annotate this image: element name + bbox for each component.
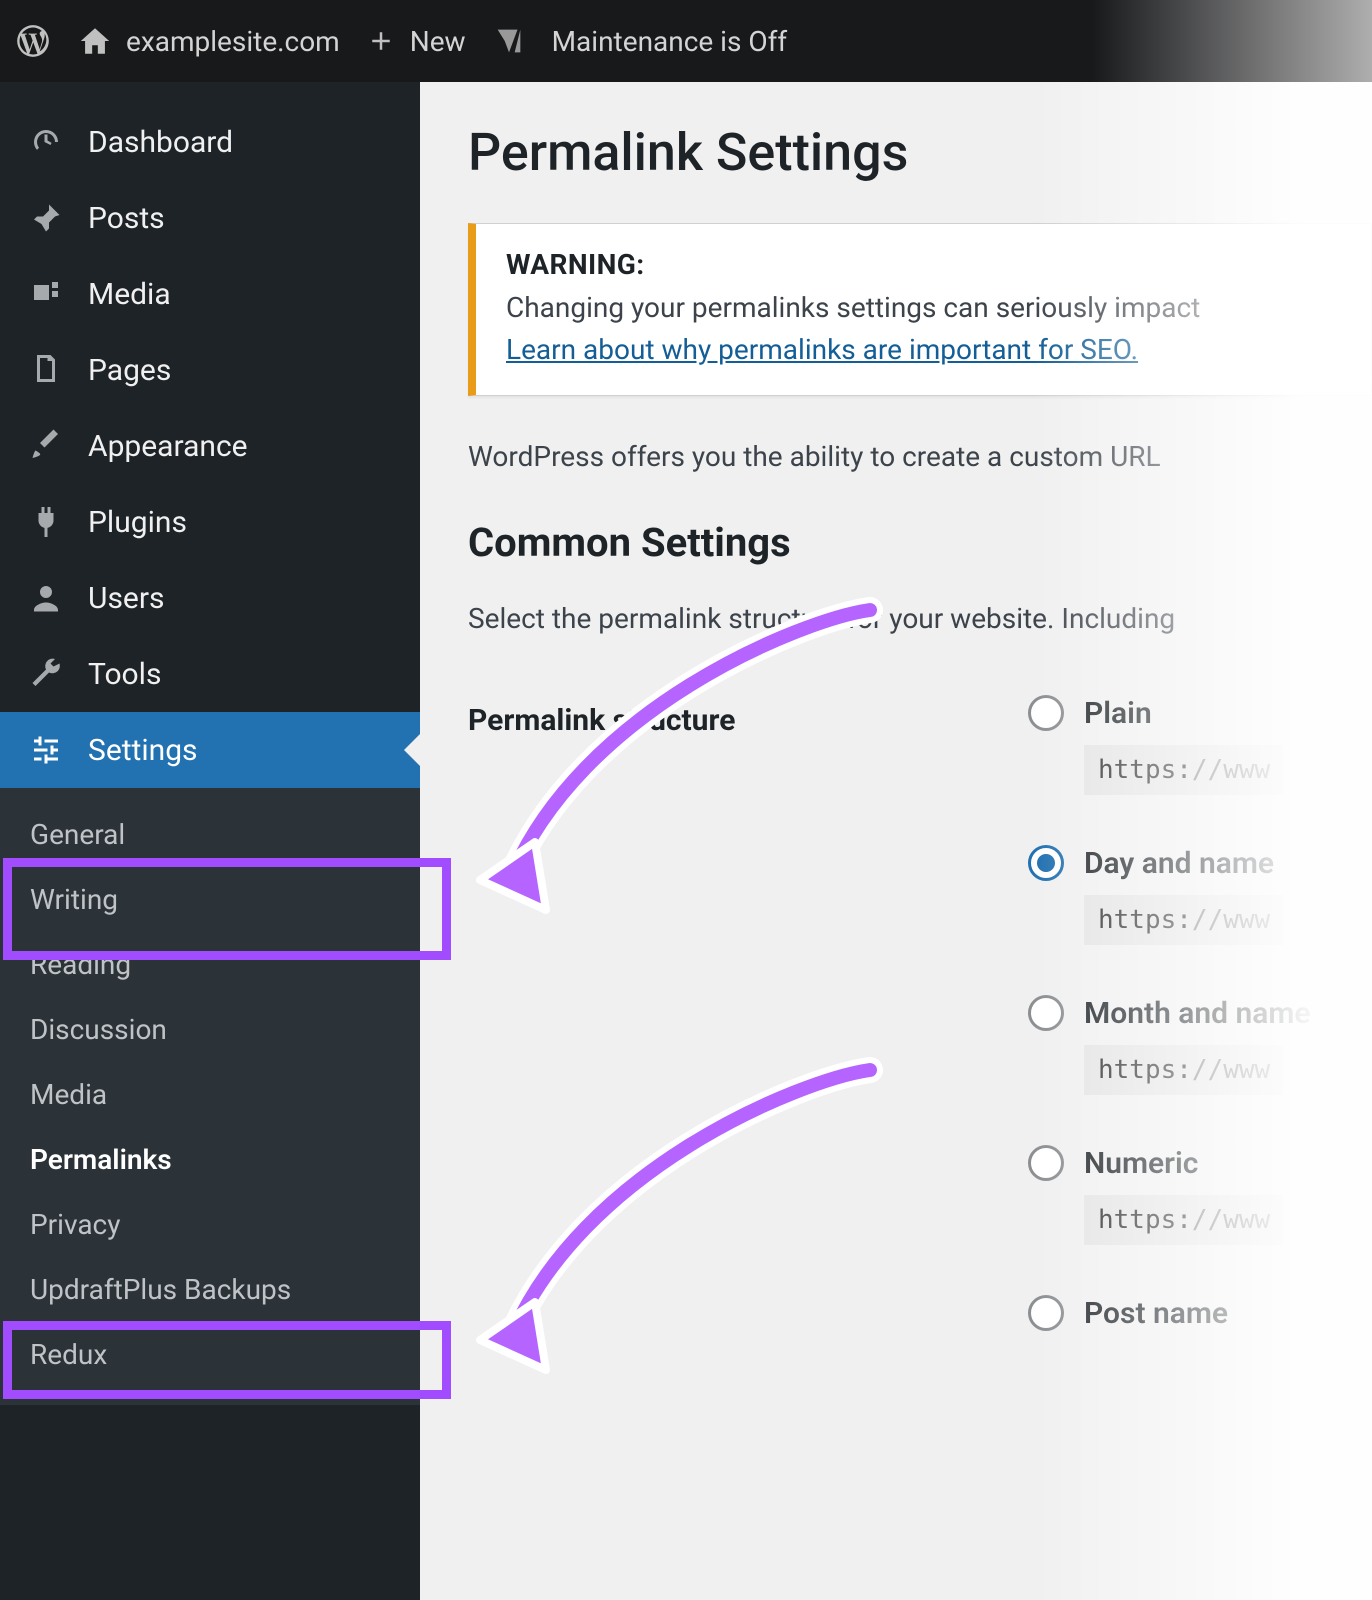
new-label: New (410, 25, 466, 58)
sidebar-item-label: Tools (88, 657, 161, 692)
brush-icon (26, 428, 66, 464)
radio-numeric[interactable] (1028, 1145, 1064, 1181)
pages-icon (26, 352, 66, 388)
section-heading: Common Settings (468, 519, 1372, 566)
option-label: Post name (1084, 1296, 1228, 1331)
sidebar-item-label: Users (88, 581, 165, 616)
sidebar-item-plugins[interactable]: Plugins (0, 484, 420, 560)
admin-sidebar: Dashboard Posts Media Pages Appearance P… (0, 82, 420, 1600)
radio-day-and-name[interactable] (1028, 845, 1064, 881)
content-area: Permalink Settings WARNING: Changing you… (420, 82, 1372, 1600)
wp-logo[interactable] (14, 22, 52, 60)
site-home-link[interactable]: examplesite.com (78, 24, 340, 58)
wordpress-icon (14, 22, 52, 60)
option-day-and-name[interactable]: Day and name https://www (1028, 845, 1372, 945)
radio-month-and-name[interactable] (1028, 995, 1064, 1031)
maintenance-label: Maintenance is Off (552, 25, 788, 58)
option-url: https://www (1084, 1045, 1284, 1095)
option-month-and-name[interactable]: Month and name https://www (1028, 995, 1372, 1095)
sidebar-item-label: Plugins (88, 505, 187, 540)
sidebar-item-label: Media (88, 277, 171, 312)
option-url: https://www (1084, 895, 1284, 945)
help-text: Select the permalink structure for your … (468, 602, 1372, 635)
sidebar-item-settings[interactable]: Settings (0, 712, 420, 788)
option-label: Plain (1084, 696, 1152, 731)
option-numeric[interactable]: Numeric https://www (1028, 1145, 1372, 1245)
permalink-structure-row: Permalink structure Plain https://www Da… (468, 695, 1372, 1381)
site-name: examplesite.com (126, 25, 340, 58)
subitem-writing[interactable]: Writing (0, 867, 420, 932)
radio-plain[interactable] (1028, 695, 1064, 731)
admin-topbar: examplesite.com New Maintenance is Off (0, 0, 1372, 82)
user-icon (26, 580, 66, 616)
intro-text: WordPress offers you the ability to crea… (468, 440, 1372, 473)
subitem-discussion[interactable]: Discussion (0, 997, 420, 1062)
page-title: Permalink Settings (468, 122, 1372, 183)
option-url: https://www (1084, 745, 1284, 795)
wrench-icon (26, 656, 66, 692)
plus-icon (366, 26, 396, 56)
warning-link[interactable]: Learn about why permalinks are important… (506, 333, 1138, 366)
sliders-icon (26, 732, 66, 768)
structure-label: Permalink structure (468, 695, 1028, 738)
subitem-redux[interactable]: Redux (0, 1322, 420, 1387)
option-label: Numeric (1084, 1146, 1198, 1181)
sidebar-item-label: Pages (88, 353, 171, 388)
new-content-button[interactable]: New (366, 25, 466, 58)
plug-icon (26, 504, 66, 540)
yoast-icon-link[interactable] (492, 24, 526, 58)
sidebar-item-posts[interactable]: Posts (0, 180, 420, 256)
sidebar-item-dashboard[interactable]: Dashboard (0, 104, 420, 180)
subitem-media[interactable]: Media (0, 1062, 420, 1127)
subitem-privacy[interactable]: Privacy (0, 1192, 420, 1257)
sidebar-item-pages[interactable]: Pages (0, 332, 420, 408)
option-url: https://www (1084, 1195, 1284, 1245)
option-post-name[interactable]: Post name (1028, 1295, 1372, 1331)
sidebar-item-appearance[interactable]: Appearance (0, 408, 420, 484)
settings-submenu: General Writing Reading Discussion Media… (0, 788, 420, 1405)
sidebar-item-label: Posts (88, 201, 165, 236)
warning-body: Changing your permalinks settings can se… (506, 287, 1341, 371)
option-plain[interactable]: Plain https://www (1028, 695, 1372, 795)
subitem-general[interactable]: General (0, 802, 420, 867)
sidebar-item-label: Dashboard (88, 125, 233, 160)
option-label: Month and name (1084, 996, 1311, 1031)
structure-options: Plain https://www Day and name https://w… (1028, 695, 1372, 1381)
sidebar-item-tools[interactable]: Tools (0, 636, 420, 712)
sidebar-item-label: Settings (88, 733, 198, 768)
option-label: Day and name (1084, 846, 1274, 881)
home-icon (78, 24, 112, 58)
dashboard-icon (26, 124, 66, 160)
subitem-permalinks[interactable]: Permalinks (0, 1127, 420, 1192)
subitem-updraftplus[interactable]: UpdraftPlus Backups (0, 1257, 420, 1322)
pin-icon (26, 200, 66, 236)
radio-post-name[interactable] (1028, 1295, 1064, 1331)
sidebar-item-label: Appearance (88, 429, 248, 464)
maintenance-status[interactable]: Maintenance is Off (552, 25, 788, 58)
warning-notice: WARNING: Changing your permalinks settin… (468, 223, 1372, 396)
media-icon (26, 276, 66, 312)
warning-heading: WARNING: (506, 248, 1341, 281)
sidebar-item-users[interactable]: Users (0, 560, 420, 636)
sidebar-item-media[interactable]: Media (0, 256, 420, 332)
subitem-reading[interactable]: Reading (0, 932, 420, 997)
yoast-icon (492, 24, 526, 58)
